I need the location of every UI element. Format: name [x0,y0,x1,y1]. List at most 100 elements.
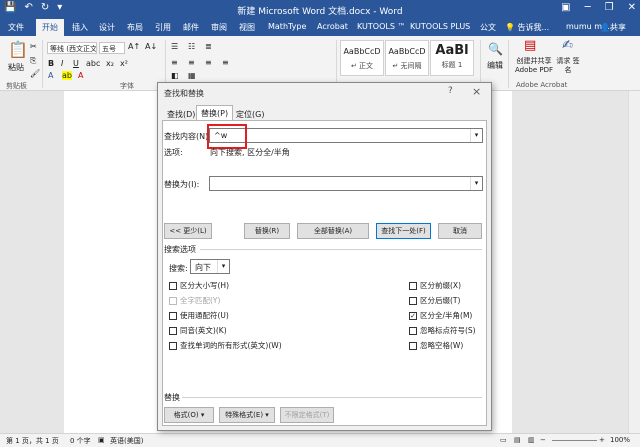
tab-kutools-plus[interactable]: KUTOOLS PLUS [410,22,470,31]
multilevel-list-icon[interactable]: ≣ [205,42,212,51]
less-button[interactable]: << 更少(L) [164,223,212,239]
checkbox-box[interactable] [409,326,417,335]
proofing-icon[interactable]: ▣ [98,436,105,444]
paste-label[interactable]: 粘贴 [8,62,24,73]
restore-icon[interactable]: ❐ [605,2,614,13]
wildcards-checkbox[interactable]: 使用通配符(U) [169,310,229,321]
chevron-down-icon[interactable]: ▾ [470,177,482,190]
chevron-down-icon[interactable]: ▾ [217,260,229,273]
tab-replace[interactable]: 替换(P) [196,105,234,121]
font-name-box[interactable]: 等线 (西文正文) [47,42,97,54]
tab-review[interactable]: 审阅 [211,22,227,33]
replace-all-button[interactable]: 全部替换(A) [297,223,369,239]
tab-find[interactable]: 查找(D) [163,107,199,121]
share-button[interactable]: 👤共享 [600,22,626,33]
borders-icon[interactable]: ▦ [188,71,196,80]
tab-acrobat[interactable]: Acrobat [317,22,348,31]
tab-mathtype[interactable]: MathType [268,22,306,31]
copy-icon[interactable]: ⎘ [30,56,36,66]
align-center-icon[interactable]: ≡ [188,58,195,67]
match-width-checkbox[interactable]: ✓ 区分全/半角(M) [409,310,472,321]
italic-icon[interactable]: I [61,59,63,68]
ribbon-options-icon[interactable]: ▣ [561,2,570,13]
font-size-box[interactable]: 五号 [99,42,125,54]
format-button[interactable]: 格式(O) ▾ [164,407,214,423]
shrink-font-icon[interactable]: A↓ [145,42,157,51]
style-card-normal[interactable]: AaBbCcD ↵ 正文 [340,40,384,76]
minimize-icon[interactable]: ─ [585,2,591,13]
underline-icon[interactable]: U [73,59,79,68]
bullets-icon[interactable]: ☰ [171,42,178,51]
find-what-input[interactable]: ^w ▾ [209,128,483,143]
checkbox-box[interactable] [409,281,417,290]
help-icon[interactable]: ? [448,86,453,96]
align-left-icon[interactable]: ≡ [171,58,178,67]
highlight-icon[interactable]: ab [62,71,72,80]
tab-references[interactable]: 引用 [155,22,171,33]
find-next-button[interactable]: 查找下一处(F) [376,223,431,239]
special-button[interactable]: 特殊格式(E) ▾ [219,407,275,423]
style-card-heading1[interactable]: AaBl 标题 1 [430,40,474,76]
pdf-icon[interactable]: ▤ [524,38,536,53]
tab-mailings[interactable]: 邮件 [183,22,199,33]
close-window-icon[interactable]: ✕ [628,2,636,13]
checkbox-box[interactable] [169,341,177,350]
search-direction-select[interactable]: 向下 ▾ [190,259,230,274]
match-case-checkbox[interactable]: 区分大小写(H) [169,280,229,291]
zoom-level[interactable]: 100% [610,436,630,444]
tab-view[interactable]: 视图 [239,22,255,33]
cut-icon[interactable]: ✂ [30,42,37,51]
page-count[interactable]: 第 1 页，共 1 页 [6,436,59,446]
tell-me-box[interactable]: 💡 告诉我... [505,22,549,33]
checkbox-box[interactable] [409,341,417,350]
ignore-punctuation-checkbox[interactable]: 忽略标点符号(S) [409,325,476,336]
web-layout-icon[interactable]: ▥ [528,436,535,444]
find-icon[interactable]: 🔍 [488,42,503,56]
shading-icon[interactable]: ◧ [171,71,179,80]
subscript-icon[interactable]: x₂ [106,59,114,68]
replace-with-input[interactable]: ▾ [209,176,483,191]
word-count[interactable]: 0 个字 [70,436,91,446]
match-prefix-checkbox[interactable]: 区分前缀(X) [409,280,461,291]
create-share-pdf-label[interactable]: 创建并共享 Adobe PDF [512,57,556,75]
justify-icon[interactable]: ≡ [222,58,229,67]
replace-button[interactable]: 替换(R) [244,223,290,239]
tab-design[interactable]: 设计 [99,22,115,33]
language[interactable]: 英语(美国) [110,436,143,446]
strikethrough-icon[interactable]: abc [86,59,100,68]
request-sign-icon[interactable]: ✍ [562,38,573,53]
tab-file[interactable]: 文件 [8,22,24,33]
sounds-like-checkbox[interactable]: 同音(英文)(K) [169,325,227,336]
zoom-slider[interactable] [552,440,597,441]
superscript-icon[interactable]: x² [120,59,128,68]
tab-goto[interactable]: 定位(G) [232,107,268,121]
edit-label[interactable]: 编辑 [487,60,503,71]
font-color-icon[interactable]: A [78,71,83,80]
numbering-icon[interactable]: ☷ [188,42,195,51]
bold-icon[interactable]: B [48,59,54,68]
checkmark-icon[interactable]: ✓ [409,311,417,320]
print-layout-icon[interactable]: ▤ [514,436,521,444]
text-effects-icon[interactable]: A [48,71,53,80]
checkbox-box[interactable] [409,296,417,305]
ignore-whitespace-checkbox[interactable]: 忽略空格(W) [409,340,463,351]
grow-font-icon[interactable]: A↑ [128,42,140,51]
tab-kutools[interactable]: KUTOOLS ™ [357,22,405,31]
checkbox-box[interactable] [169,311,177,320]
align-right-icon[interactable]: ≡ [205,58,212,67]
paste-icon[interactable]: 📋 [8,40,28,59]
vertical-scrollbar[interactable] [628,91,640,433]
close-icon[interactable]: × [472,85,481,98]
tab-gongwen[interactable]: 公文 [480,22,496,33]
chevron-down-icon[interactable]: ▾ [470,129,482,142]
zoom-out-icon[interactable]: − [540,436,546,444]
tab-insert[interactable]: 插入 [72,22,88,33]
request-sign-label[interactable]: 请求 签名 [556,57,580,75]
tab-home[interactable]: 开始 [36,19,64,36]
checkbox-box[interactable] [169,281,177,290]
checkbox-box[interactable] [169,326,177,335]
match-suffix-checkbox[interactable]: 区分后缀(T) [409,295,460,306]
cancel-button[interactable]: 取消 [438,223,482,239]
style-card-no-spacing[interactable]: AaBbCcD ↵ 无间隔 [385,40,429,76]
all-word-forms-checkbox[interactable]: 查找单词的所有形式(英文)(W) [169,340,282,351]
